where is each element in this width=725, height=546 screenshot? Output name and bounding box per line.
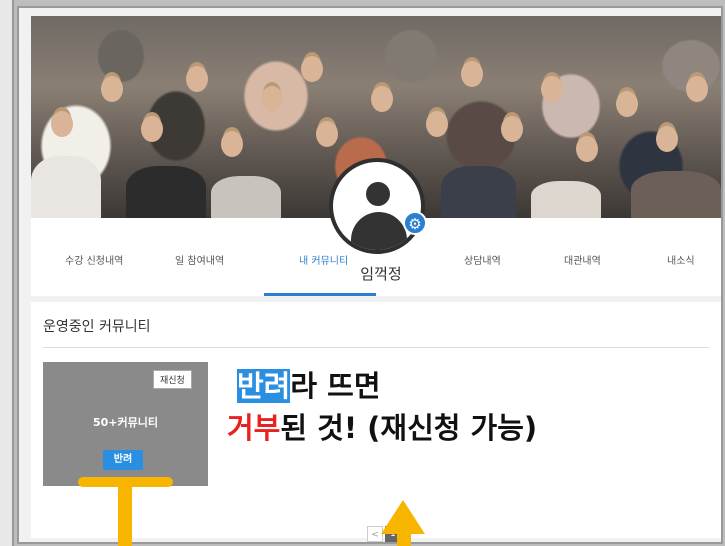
- annotation-arrow-stem: [118, 483, 132, 546]
- active-tab-indicator: [264, 293, 376, 296]
- annotation-highlight-rejected: 반려: [237, 369, 291, 403]
- tab-course-applications[interactable]: 수강 신청내역: [65, 252, 123, 267]
- crowd-body: [631, 171, 721, 218]
- community-card[interactable]: 재신청 50+커뮤니티 반려: [43, 362, 208, 486]
- profile-username: 임꺽정: [360, 265, 402, 283]
- annotation-text: 라 뜨면: [290, 369, 381, 403]
- crowd-face: [101, 76, 123, 102]
- crowd-body: [31, 156, 101, 218]
- community-name: 50+커뮤니티: [92, 416, 158, 429]
- tab-my-news[interactable]: 내소식: [667, 252, 695, 267]
- crowd-face: [576, 136, 598, 162]
- crowd-face: [541, 76, 563, 102]
- crowd-face: [686, 76, 708, 102]
- crowd-face: [141, 116, 163, 142]
- crowd-face: [221, 131, 243, 157]
- tab-job-participation[interactable]: 일 참여내역: [175, 252, 224, 267]
- mypage-frame: 수강 신청내역 일 참여내역 내 커뮤니티 상담내역 대관내역 내소식 ⚙ 임꺽…: [17, 6, 723, 544]
- crowd-body: [211, 176, 281, 218]
- section-title: 운영중인 커뮤니티: [43, 319, 151, 335]
- gear-icon[interactable]: ⚙: [403, 211, 427, 235]
- crowd-face: [316, 121, 338, 147]
- avatar-head: [366, 182, 390, 206]
- crowd-face: [426, 111, 448, 137]
- crowd-face: [51, 111, 73, 137]
- crowd-body: [126, 166, 206, 218]
- crowd-face: [261, 86, 283, 112]
- crowd-face: [186, 66, 208, 92]
- reapply-button[interactable]: 재신청: [153, 370, 192, 389]
- crowd-face: [461, 61, 483, 87]
- annotation-highlight-refused: 거부: [227, 411, 281, 445]
- crowd-face: [656, 126, 678, 152]
- tab-my-community[interactable]: 내 커뮤니티: [299, 252, 348, 267]
- crowd-face: [301, 56, 323, 82]
- tab-rentals[interactable]: 대관내역: [564, 252, 601, 267]
- section-divider: [43, 347, 709, 348]
- annotation-text: 된 것! (재신청 가능): [280, 411, 538, 445]
- community-section: 운영중인 커뮤니티 재신청 50+커뮤니티 반려 반려라 뜨면 거부된 것! (…: [31, 302, 721, 542]
- annotation-line-1: 반려라 뜨면: [237, 368, 381, 404]
- crowd-face: [371, 86, 393, 112]
- annotation-line-2: 거부된 것! (재신청 가능): [227, 410, 537, 446]
- annotation-arrow-stem: [397, 532, 411, 546]
- left-panel-edge: [0, 0, 14, 546]
- annotation-arrow-head: [381, 500, 425, 534]
- crowd-body: [531, 181, 601, 218]
- rejected-status-badge[interactable]: 반려: [103, 450, 143, 470]
- crowd-body: [441, 166, 516, 218]
- crowd-face: [501, 116, 523, 142]
- avatar-body: [351, 212, 407, 250]
- profile-card: 수강 신청내역 일 참여내역 내 커뮤니티 상담내역 대관내역 내소식 ⚙ 임꺽…: [31, 16, 721, 296]
- profile-avatar[interactable]: [329, 158, 425, 254]
- crowd-face: [616, 91, 638, 117]
- tab-consultations[interactable]: 상담내역: [464, 252, 501, 267]
